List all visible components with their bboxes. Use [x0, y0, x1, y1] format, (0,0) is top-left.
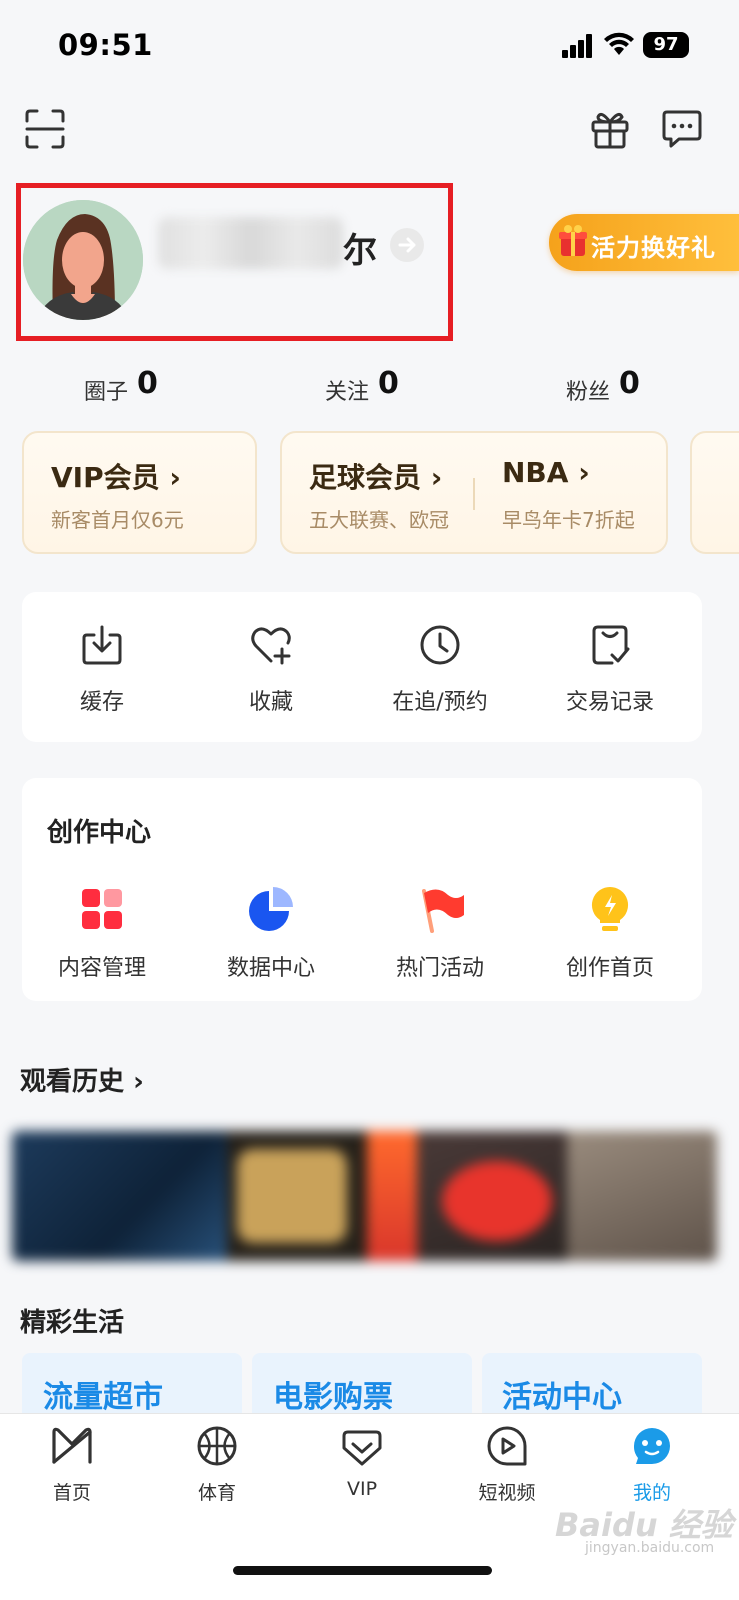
activity-center-label[interactable]: 活动中心	[502, 1372, 622, 1416]
mine-tab-icon[interactable]	[630, 1424, 674, 1468]
profile-highlight-box	[16, 183, 453, 341]
creation-home-label[interactable]: 创作首页	[540, 950, 680, 982]
data-center-label[interactable]: 数据中心	[201, 950, 341, 982]
stat-label-following[interactable]: 关注	[325, 374, 369, 406]
message-icon[interactable]	[661, 108, 703, 150]
stat-value-following[interactable]: 0	[378, 366, 399, 401]
vip-card-subtitle: 新客首月仅6元	[51, 508, 184, 532]
home-indicator[interactable]	[233, 1566, 492, 1575]
baidu-watermark-url: jingyan.baidu.com	[585, 1540, 715, 1556]
transaction-label[interactable]: 交易记录	[540, 684, 680, 716]
vip-card-title: VIP会员 ›	[51, 461, 181, 494]
wifi-icon	[604, 32, 634, 55]
nba-card-subtitle: 早鸟年卡7折起	[502, 508, 635, 532]
more-member-card[interactable]	[690, 431, 739, 554]
tab-short-video[interactable]: 短视频	[447, 1478, 567, 1505]
following-reserve-label[interactable]: 在追/预约	[370, 684, 510, 716]
favorite-icon[interactable]	[249, 623, 293, 667]
movie-ticket-label[interactable]: 电影购票	[273, 1372, 393, 1416]
creation-home-bulb-icon[interactable]	[590, 885, 630, 933]
hot-activity-flag-icon[interactable]	[418, 887, 466, 935]
signal-icon	[562, 34, 594, 58]
data-center-icon[interactable]	[249, 887, 293, 931]
content-manage-icon[interactable]	[80, 887, 124, 931]
traffic-market-label[interactable]: 流量超市	[43, 1372, 163, 1416]
life-section-title: 精彩生活	[20, 1308, 125, 1338]
gift-icon[interactable]	[589, 108, 631, 150]
short-video-tab-icon[interactable]	[485, 1424, 529, 1468]
clock-icon[interactable]	[418, 623, 462, 667]
tab-home[interactable]: 首页	[12, 1478, 132, 1505]
card-divider	[473, 478, 475, 510]
stat-label-fans[interactable]: 粉丝	[566, 374, 610, 406]
promo-gift-icon	[559, 225, 587, 256]
watch-history-title[interactable]: 观看历史 ›	[20, 1061, 144, 1098]
transaction-icon[interactable]	[588, 623, 632, 667]
download-icon[interactable]	[80, 623, 124, 667]
watch-history-thumbnails[interactable]	[12, 1131, 717, 1261]
scan-icon[interactable]	[24, 108, 66, 150]
cache-label[interactable]: 缓存	[32, 684, 172, 716]
battery-indicator: 97	[643, 32, 689, 58]
stat-label-circles[interactable]: 圈子	[84, 374, 128, 406]
favorites-label[interactable]: 收藏	[201, 684, 341, 716]
nba-card-title[interactable]: NBA ›	[502, 456, 590, 489]
football-card-title[interactable]: 足球会员 ›	[309, 456, 442, 496]
status-time: 09:51	[58, 28, 153, 62]
content-manage-label[interactable]: 内容管理	[32, 950, 172, 982]
vip-tab-icon[interactable]	[340, 1424, 384, 1468]
stat-value-fans[interactable]: 0	[619, 366, 640, 401]
football-card-subtitle: 五大联赛、欧冠	[309, 508, 449, 532]
quick-actions-panel	[22, 592, 702, 742]
tab-sports[interactable]: 体育	[157, 1478, 277, 1505]
sports-tab-icon[interactable]	[195, 1424, 239, 1468]
creation-center-title: 创作中心	[47, 818, 152, 848]
stat-value-circles[interactable]: 0	[137, 366, 158, 401]
promo-label[interactable]: 活力换好礼	[591, 228, 716, 263]
home-tab-icon[interactable]	[50, 1424, 94, 1468]
tab-vip[interactable]: VIP	[302, 1478, 422, 1500]
hot-activity-label[interactable]: 热门活动	[370, 950, 510, 982]
